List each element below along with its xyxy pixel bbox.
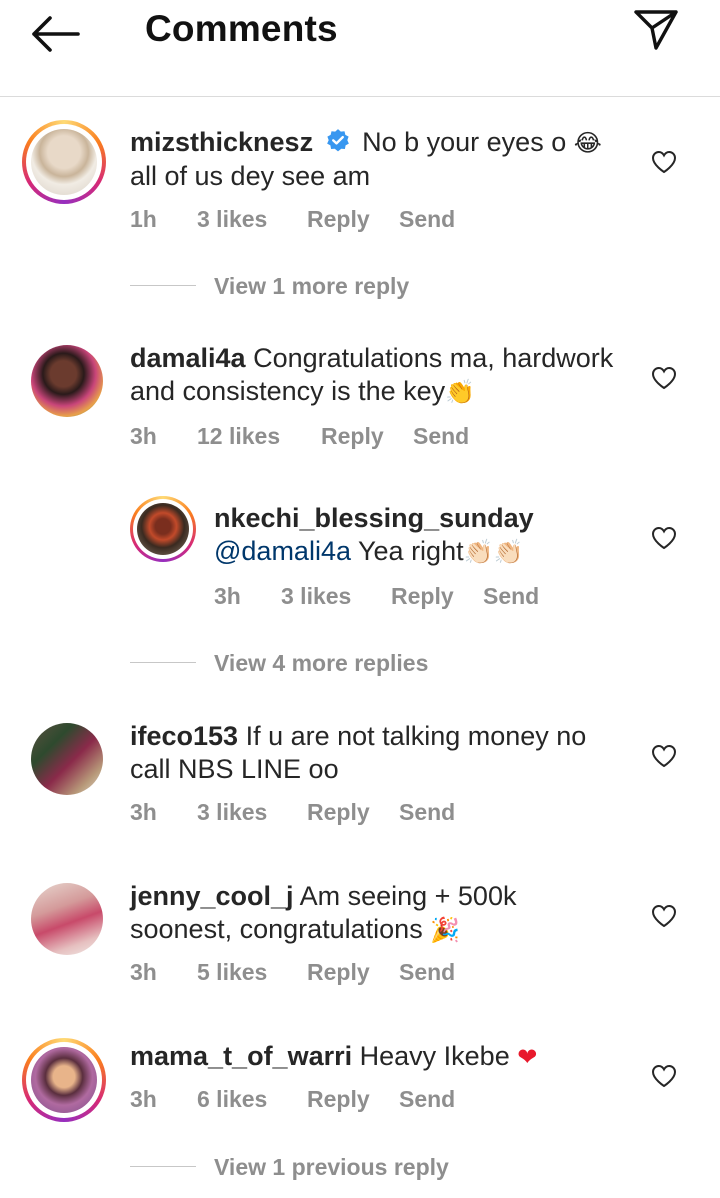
likes-count[interactable]: 3 likes: [281, 583, 351, 610]
clapping-hands-emoji-icon: 👏🏻👏🏻: [463, 538, 524, 566]
like-heart-icon[interactable]: [651, 526, 677, 550]
comment-username[interactable]: damali4a: [130, 343, 246, 373]
comment-item: mizsthicknesz No b your eyes o 😂 all of …: [0, 96, 720, 316]
comment-username[interactable]: jenny_cool_j: [130, 881, 294, 911]
comment-item: jenny_cool_j Am seeing + 500k soonest, c…: [0, 856, 720, 1016]
avatar[interactable]: [22, 1038, 106, 1122]
avatar[interactable]: [31, 345, 103, 417]
avatar[interactable]: [31, 883, 103, 955]
comment-item: damali4a Congratulations ma, hardwork an…: [0, 316, 720, 486]
comment-text: Yea right: [358, 536, 464, 566]
comment-text: Congratulations ma, hardwork: [253, 343, 614, 373]
comment-text: all of us dey see am: [130, 161, 371, 191]
avatar[interactable]: [31, 723, 103, 795]
divider: [130, 285, 196, 286]
direct-message-icon[interactable]: [632, 8, 680, 52]
likes-count[interactable]: 12 likes: [197, 423, 280, 450]
comment-time: 3h: [130, 1086, 157, 1112]
header-bar: Comments: [0, 0, 720, 97]
likes-count[interactable]: 5 likes: [197, 959, 267, 986]
reply-button[interactable]: Reply: [307, 206, 370, 233]
avatar[interactable]: [130, 496, 196, 562]
divider: [130, 1166, 196, 1167]
likes-count[interactable]: 3 likes: [197, 206, 267, 233]
reply-button[interactable]: Reply: [321, 423, 384, 450]
comment-time: 1h: [130, 206, 157, 232]
send-button[interactable]: Send: [399, 799, 455, 826]
comment-text: soonest, congratulations: [130, 914, 423, 944]
reply-button[interactable]: Reply: [391, 583, 454, 610]
comment-item: ifeco153 If u are not talking money no c…: [0, 696, 720, 856]
comment-text: call NBS LINE oo: [130, 754, 339, 784]
comment-text: Am seeing + 500k: [299, 881, 517, 911]
comment-username[interactable]: nkechi_blessing_sunday: [214, 503, 534, 533]
comment-time: 3h: [130, 959, 157, 985]
like-heart-icon[interactable]: [651, 904, 677, 928]
likes-count[interactable]: 6 likes: [197, 1086, 267, 1113]
like-heart-icon[interactable]: [651, 744, 677, 768]
likes-count[interactable]: 3 likes: [197, 799, 267, 826]
comment-text: No b your eyes o: [362, 127, 567, 157]
send-button[interactable]: Send: [399, 206, 455, 233]
comment-username[interactable]: mizsthicknesz: [130, 127, 313, 157]
reply-button[interactable]: Reply: [307, 1086, 370, 1113]
mention-link[interactable]: @damali4a: [214, 536, 351, 566]
comment-text: and consistency is the key: [130, 376, 446, 406]
like-heart-icon[interactable]: [651, 150, 677, 174]
comment-time: 3h: [130, 423, 157, 449]
verified-badge-icon: [326, 129, 349, 152]
send-button[interactable]: Send: [483, 583, 539, 610]
back-arrow-icon[interactable]: [30, 12, 82, 56]
comment-text: If u are not talking money no: [245, 721, 587, 751]
party-popper-emoji-icon: 🎉: [430, 916, 461, 944]
like-heart-icon[interactable]: [651, 1064, 677, 1088]
comment-username[interactable]: ifeco153: [130, 721, 238, 751]
avatar[interactable]: [22, 120, 106, 204]
send-button[interactable]: Send: [399, 959, 455, 986]
view-more-replies-link[interactable]: View 4 more replies: [214, 650, 428, 677]
comment-time: 3h: [130, 799, 157, 825]
comment-text: Heavy Ikebe: [359, 1041, 510, 1071]
red-heart-emoji-icon: ❤: [517, 1043, 538, 1071]
reply-button[interactable]: Reply: [307, 799, 370, 826]
reply-item: nkechi_blessing_sunday @damali4a Yea rig…: [0, 486, 720, 696]
laughing-emoji-icon: 😂: [573, 129, 602, 157]
reply-button[interactable]: Reply: [307, 959, 370, 986]
view-previous-reply-link[interactable]: View 1 previous reply: [214, 1154, 449, 1181]
divider: [130, 662, 196, 663]
clapping-hands-emoji-icon: 👏: [445, 378, 476, 406]
comment-time: 3h: [214, 583, 241, 609]
comment-username[interactable]: mama_t_of_warri: [130, 1041, 352, 1071]
view-more-replies-link[interactable]: View 1 more reply: [214, 273, 409, 300]
comment-item: mama_t_of_warri Heavy Ikebe ❤ 3h 6 likes…: [0, 1016, 720, 1198]
page-title: Comments: [145, 8, 338, 49]
send-button[interactable]: Send: [399, 1086, 455, 1113]
like-heart-icon[interactable]: [651, 366, 677, 390]
send-button[interactable]: Send: [413, 423, 469, 450]
